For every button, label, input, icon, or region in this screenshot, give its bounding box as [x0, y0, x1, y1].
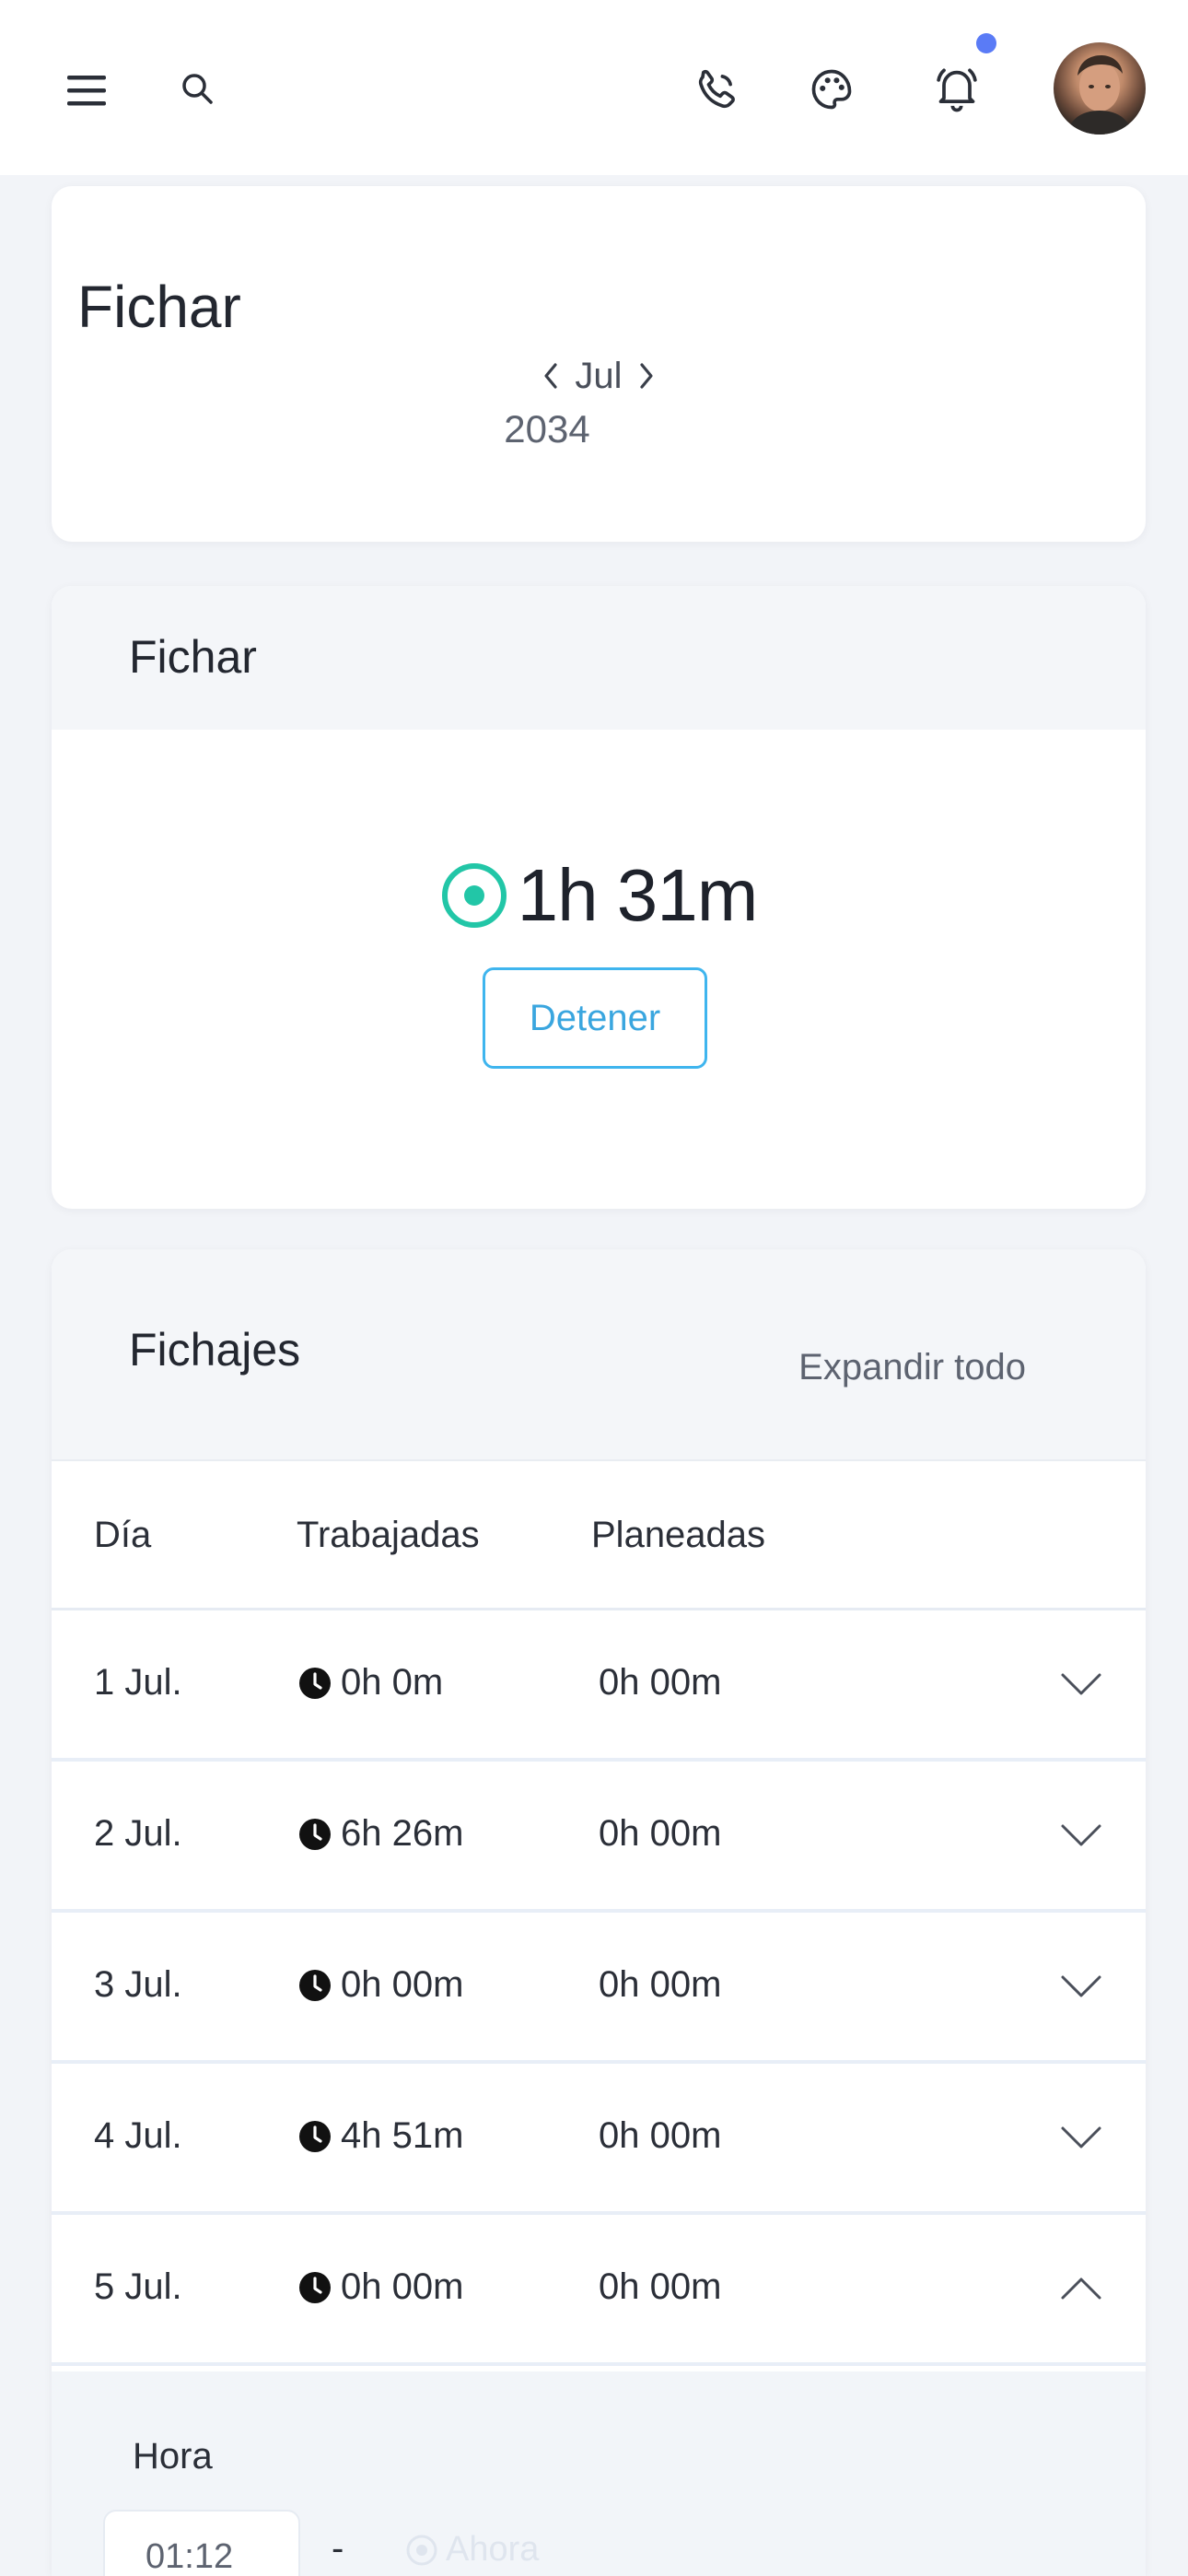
- table-row[interactable]: 3 Jul. 0h 00m 0h 00m: [52, 1913, 1146, 2064]
- elapsed-time: 1h 31m: [517, 854, 759, 936]
- row-worked-value: 0h 0m: [341, 1662, 444, 1703]
- chevron-down-icon[interactable]: [1059, 1662, 1103, 1706]
- clock-icon: [299, 2120, 331, 2152]
- row-worked-value: 0h 00m: [341, 1964, 464, 2005]
- timer: 1h 31m: [52, 853, 1146, 938]
- clock-card-title: Fichar: [129, 631, 257, 683]
- bell-icon[interactable]: [926, 57, 987, 118]
- avatar[interactable]: [1054, 42, 1146, 135]
- palette-icon[interactable]: [803, 61, 860, 118]
- expand-all-link[interactable]: Expandir todo: [798, 1347, 1026, 1388]
- recording-icon: [441, 863, 507, 928]
- month-navigation: Jul: [534, 346, 663, 405]
- chevron-up-icon[interactable]: [1059, 2266, 1103, 2311]
- table-row[interactable]: 2 Jul. 6h 26m 0h 00m: [52, 1762, 1146, 1913]
- row-planned: 0h 00m: [599, 2115, 722, 2156]
- row-planned: 0h 00m: [599, 1662, 722, 1703]
- chevron-down-icon[interactable]: [1059, 2115, 1103, 2160]
- time-log-title: Fichajes: [129, 1324, 301, 1376]
- clock-card-header: Fichar: [52, 586, 1146, 730]
- page: Fichar Jul 2034 Fichar 1h 31m Detener Fi…: [0, 0, 1188, 2576]
- table-row[interactable]: 4 Jul. 4h 51m 0h 00m: [52, 2064, 1146, 2215]
- page-title: Fichar: [77, 274, 241, 340]
- search-icon[interactable]: [175, 66, 219, 111]
- row-day: 4 Jul.: [94, 2115, 182, 2156]
- column-header-worked: Trabajadas: [297, 1515, 480, 1555]
- now-label: Ahora: [446, 2530, 540, 2569]
- notification-dot: [976, 33, 996, 53]
- now-button[interactable]: Ahora: [405, 2530, 539, 2570]
- clock-icon: [299, 1667, 331, 1699]
- row-day: 3 Jul.: [94, 1964, 182, 2005]
- year-label: 2034: [504, 407, 590, 451]
- chevron-right-icon: [640, 363, 653, 389]
- clock-icon: [299, 1818, 331, 1850]
- time-log-card: Fichajes Expandir todo Día Trabajadas Pl…: [52, 1249, 1146, 2576]
- row-worked: 0h 00m: [298, 2266, 463, 2308]
- row-worked: 4h 51m: [298, 2115, 463, 2157]
- row-planned: 0h 00m: [599, 2266, 722, 2307]
- row-worked: 6h 26m: [298, 1813, 463, 1855]
- table-row[interactable]: 5 Jul. 0h 00m 0h 00m: [52, 2215, 1146, 2366]
- hour-label: Hora: [133, 2436, 213, 2476]
- row-worked-value: 4h 51m: [341, 2115, 464, 2156]
- column-header-day: Día: [94, 1515, 152, 1555]
- day-detail-panel: Hora 01:12 - Ahora: [52, 2371, 1146, 2576]
- prev-month-button[interactable]: [534, 354, 567, 398]
- row-worked: 0h 00m: [298, 1964, 463, 2006]
- next-month-button[interactable]: [630, 354, 663, 398]
- row-planned: 0h 00m: [599, 1813, 722, 1854]
- column-header-planned: Planeadas: [591, 1515, 766, 1555]
- time-log-header: Fichajes Expandir todo: [52, 1249, 1146, 1461]
- time-separator: -: [332, 2528, 344, 2569]
- top-bar: [0, 0, 1188, 175]
- clock-card: Fichar 1h 31m Detener: [52, 586, 1146, 1209]
- chevron-down-icon[interactable]: [1059, 1964, 1103, 2008]
- row-worked-value: 6h 26m: [341, 1813, 464, 1854]
- start-time-input[interactable]: 01:12: [103, 2510, 300, 2576]
- clock-icon: [299, 1969, 331, 2001]
- phone-icon[interactable]: [689, 61, 746, 118]
- menu-icon[interactable]: [61, 64, 112, 116]
- chevron-down-icon[interactable]: [1059, 1813, 1103, 1857]
- month-label: Jul: [575, 355, 623, 396]
- table-row[interactable]: 1 Jul. 0h 0m 0h 00m: [52, 1610, 1146, 1762]
- row-day: 5 Jul.: [94, 2266, 182, 2307]
- chevron-left-icon: [544, 363, 557, 389]
- row-worked-value: 0h 00m: [341, 2266, 464, 2307]
- row-planned: 0h 00m: [599, 1964, 722, 2005]
- clock-icon: [299, 2271, 331, 2303]
- row-worked: 0h 0m: [298, 1662, 443, 1704]
- stop-button[interactable]: Detener: [483, 967, 707, 1069]
- row-day: 2 Jul.: [94, 1813, 182, 1854]
- recording-icon: [406, 2535, 437, 2565]
- row-day: 1 Jul.: [94, 1662, 182, 1703]
